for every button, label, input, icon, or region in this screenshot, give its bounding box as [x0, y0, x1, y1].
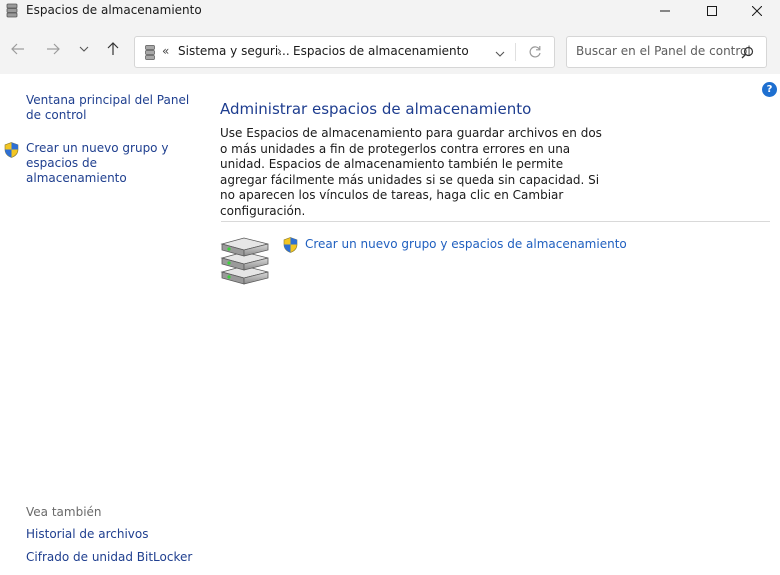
minimize-icon: [660, 10, 670, 12]
address-bar[interactable]: « Sistema y seguri... › Espacios de alma…: [134, 36, 555, 68]
search-box[interactable]: Buscar en el Panel de control: [566, 36, 767, 68]
breadcrumb-separator[interactable]: ›: [277, 44, 282, 58]
uac-shield-icon: [283, 237, 298, 256]
forward-button[interactable]: [43, 39, 63, 59]
breadcrumb-storage-spaces[interactable]: Espacios de almacenamiento: [293, 44, 469, 58]
bitlocker-link[interactable]: Cifrado de unidad BitLocker: [26, 550, 192, 564]
back-button[interactable]: [8, 39, 28, 59]
title-bar: Espacios de almacenamiento: [0, 0, 780, 22]
hidden-crumbs-indicator[interactable]: «: [162, 44, 169, 58]
maximize-button[interactable]: [689, 0, 735, 22]
storage-drives-icon: [220, 236, 270, 289]
create-pool-link[interactable]: Crear un nuevo grupo y espacios de almac…: [305, 237, 627, 251]
search-icon[interactable]: [741, 46, 754, 62]
breadcrumb-system-security[interactable]: Sistema y seguri...: [178, 44, 290, 58]
page-title: Administrar espacios de almacenamiento: [220, 100, 532, 118]
up-arrow-icon: [107, 42, 119, 55]
up-button[interactable]: [103, 39, 123, 59]
control-panel-home-link[interactable]: Ventana principal del Panel de control: [26, 93, 196, 123]
address-dropdown-button[interactable]: [495, 46, 505, 60]
refresh-button[interactable]: [528, 45, 542, 62]
minimize-button[interactable]: [642, 0, 688, 22]
chevron-down-icon: [79, 46, 89, 52]
back-arrow-icon: [11, 43, 24, 55]
help-icon[interactable]: ?: [762, 82, 777, 97]
page-description: Use Espacios de almacenamiento para guar…: [220, 126, 602, 218]
storage-spaces-app-icon: [6, 3, 18, 18]
forward-arrow-icon: [47, 43, 60, 55]
close-icon: [752, 6, 762, 16]
search-input[interactable]: Buscar en el Panel de control: [576, 44, 751, 58]
sidebar-create-pool-link[interactable]: Crear un nuevo grupo y espacios de almac…: [26, 141, 196, 186]
window-title: Espacios de almacenamiento: [26, 3, 202, 17]
refresh-icon: [529, 46, 541, 58]
recent-locations-button[interactable]: [74, 39, 94, 59]
section-divider: [221, 221, 770, 222]
address-divider: [515, 43, 516, 61]
uac-shield-icon: [4, 142, 19, 161]
file-history-link[interactable]: Historial de archivos: [26, 527, 149, 541]
storage-spaces-location-icon: [145, 45, 155, 63]
maximize-icon: [707, 6, 717, 16]
close-button[interactable]: [734, 0, 780, 22]
chevron-down-icon: [495, 51, 505, 57]
navigation-bar: « Sistema y seguri... › Espacios de alma…: [0, 22, 780, 74]
see-also-heading: Vea también: [26, 505, 102, 519]
